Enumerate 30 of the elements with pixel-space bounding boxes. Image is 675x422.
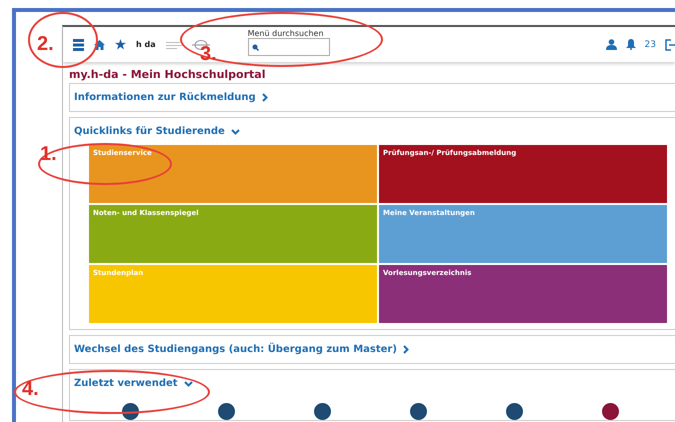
- recent-item-icon[interactable]: [314, 403, 331, 420]
- recent-item-icon[interactable]: [506, 403, 523, 420]
- logo-text: h da: [136, 40, 156, 49]
- chevron-right-icon: [262, 93, 268, 102]
- star-icon[interactable]: [115, 39, 126, 50]
- bell-icon[interactable]: [626, 39, 636, 50]
- annotation-ellipse: [28, 12, 98, 68]
- search-field[interactable]: [248, 38, 330, 56]
- logout-icon[interactable]: [665, 38, 675, 50]
- recent-item-icon[interactable]: [602, 403, 619, 420]
- chevron-right-icon: [402, 345, 409, 354]
- notification-count[interactable]: 23: [644, 40, 656, 50]
- search-label: Menü durchsuchen: [248, 29, 325, 38]
- chevron-down-icon: [230, 128, 240, 134]
- recent-item-icon[interactable]: [410, 403, 427, 420]
- portal-title: my.h-da - Mein Hochschulportal: [68, 67, 266, 81]
- section-title[interactable]: Zuletzt verwendet: [74, 378, 178, 389]
- recent-item-icon[interactable]: [218, 403, 235, 420]
- section-title[interactable]: Informationen zur Rückmeldung: [74, 92, 256, 103]
- home-icon[interactable]: [94, 40, 105, 50]
- logo-drawing: [166, 40, 182, 48]
- section-title[interactable]: Wechsel des Studiengangs (auch: Übergang zum Master): [74, 344, 397, 355]
- recent-item-icon[interactable]: [122, 403, 139, 420]
- menu-icon[interactable]: [73, 38, 84, 50]
- annotation-number: 4.: [22, 378, 39, 401]
- annotation-number: 2.: [37, 33, 54, 56]
- user-icon[interactable]: [606, 39, 617, 50]
- chevron-down-icon: [184, 380, 193, 386]
- search-icon: [252, 44, 259, 50]
- section-title[interactable]: Quicklinks für Studierende: [74, 126, 225, 137]
